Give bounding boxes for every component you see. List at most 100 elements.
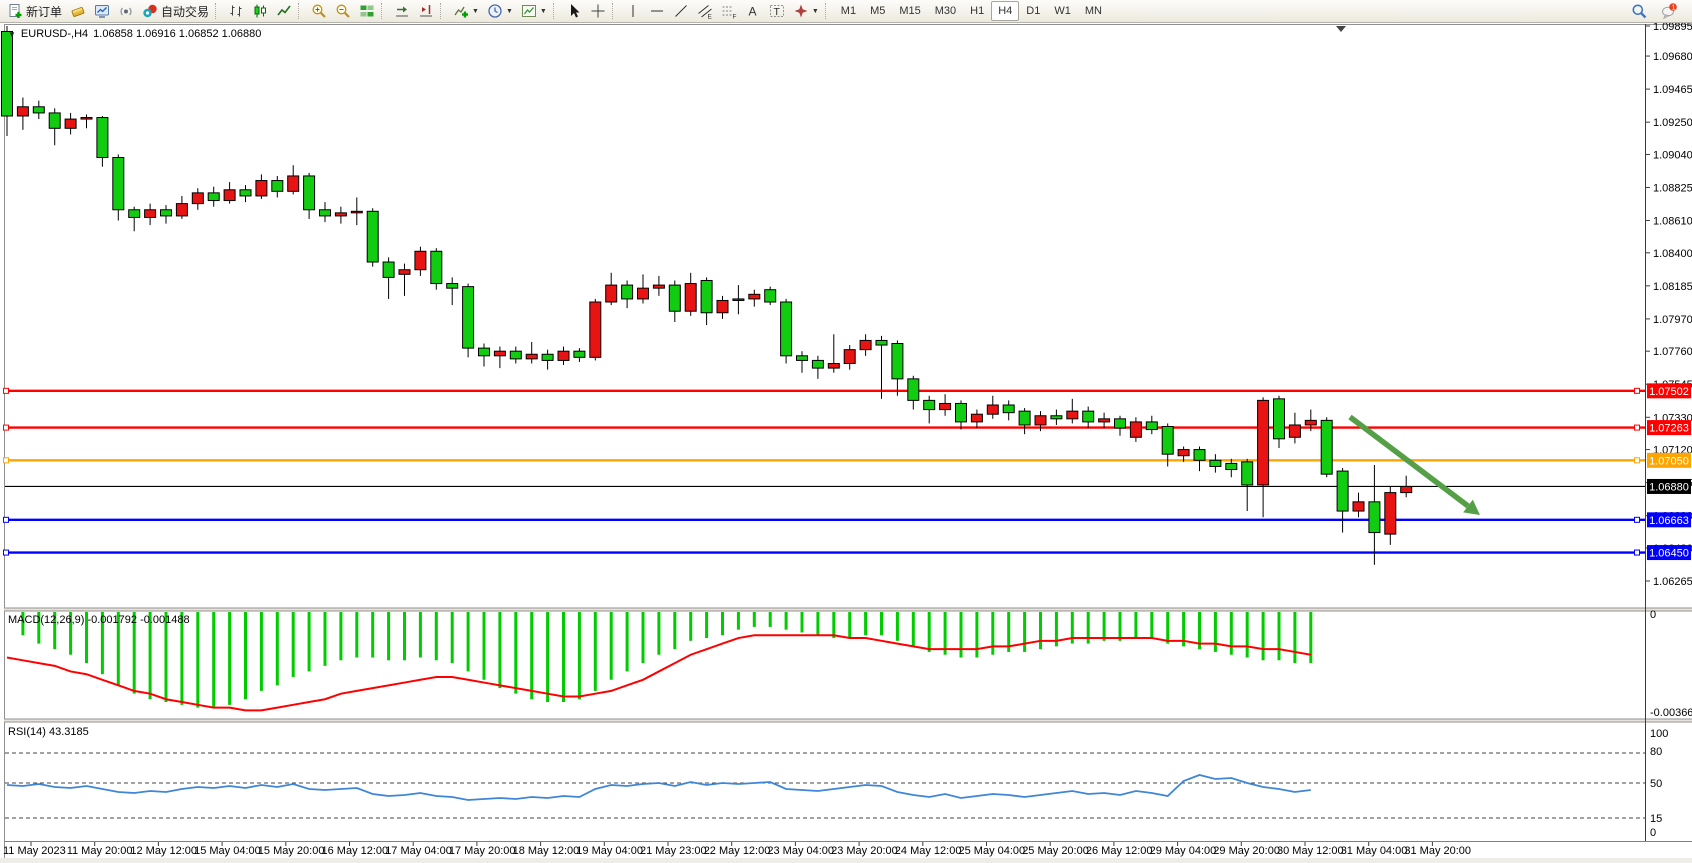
trendline-icon: [673, 3, 689, 19]
antenna-icon: [118, 3, 134, 19]
crosshair-button[interactable]: [586, 0, 610, 22]
template-icon: [521, 3, 537, 19]
toolbar-separator: [381, 3, 386, 19]
trendline-button[interactable]: [669, 0, 693, 22]
svg-text:24 May 12:00: 24 May 12:00: [895, 845, 962, 857]
text-a-icon: A: [745, 3, 761, 19]
tile-windows-button[interactable]: [355, 0, 379, 22]
zoom-out-icon: [335, 3, 351, 19]
svg-text:15 May 04:00: 15 May 04:00: [194, 845, 261, 857]
svg-text:1.09465: 1.09465: [1653, 84, 1692, 96]
pane-splitter-macd[interactable]: [4, 608, 1692, 611]
arrows-icon: [793, 3, 809, 19]
zoom-in-button[interactable]: [307, 0, 331, 22]
line-handle[interactable]: [1635, 517, 1640, 522]
svg-text:19 May 04:00: 19 May 04:00: [576, 845, 643, 857]
svg-text:23 May 04:00: 23 May 04:00: [767, 845, 834, 857]
fibonacci-button[interactable]: F: [717, 0, 741, 22]
zoom-out-button[interactable]: [331, 0, 355, 22]
svg-text:1.06880: 1.06880: [1649, 481, 1689, 493]
auto-scroll-button[interactable]: [390, 0, 414, 22]
svg-text:T: T: [773, 6, 780, 18]
line-handle[interactable]: [1635, 425, 1640, 430]
line-handle[interactable]: [4, 458, 9, 463]
arrows-button[interactable]: ▼: [789, 0, 823, 22]
svg-text:15 May 20:00: 15 May 20:00: [258, 845, 325, 857]
line-handle[interactable]: [4, 388, 9, 393]
line-chart-button[interactable]: [272, 0, 296, 22]
line-handle[interactable]: [1635, 458, 1640, 463]
clock-icon: [487, 3, 503, 19]
dropdown-caret-icon: ▼: [540, 8, 547, 15]
templates-button[interactable]: ▼: [517, 0, 551, 22]
cursor-icon: [566, 3, 582, 19]
toolbar-separator: [825, 3, 830, 19]
metaeditor-button[interactable]: [66, 0, 90, 22]
svg-text:16 May 12:00: 16 May 12:00: [322, 845, 389, 857]
svg-text:1.08610: 1.08610: [1653, 216, 1692, 228]
svg-text:11 May 20:00: 11 May 20:00: [67, 845, 133, 857]
svg-text:1.07970: 1.07970: [1653, 314, 1692, 326]
shift-icon: [418, 3, 434, 19]
bars-icon: [228, 3, 244, 19]
chart-shift-button[interactable]: [414, 0, 438, 22]
line-handle[interactable]: [4, 517, 9, 522]
timeframe-w1-button[interactable]: W1: [1047, 1, 1078, 21]
price-label: 1.07050: [1647, 453, 1691, 468]
text-label-icon: T: [769, 3, 785, 19]
horizontal-line-button[interactable]: [645, 0, 669, 22]
svg-text:1.07502: 1.07502: [1649, 386, 1689, 398]
autotrading-button[interactable]: 自动交易: [138, 0, 213, 22]
text-label-button[interactable]: T: [765, 0, 789, 22]
svg-text:31 May 04:00: 31 May 04:00: [1341, 845, 1408, 857]
linechart-icon: [276, 3, 292, 19]
timeframe-d1-button[interactable]: D1: [1019, 1, 1047, 21]
timeframe-mn-button[interactable]: MN: [1078, 1, 1109, 21]
svg-text:1.06663: 1.06663: [1649, 515, 1689, 527]
indicator-plus-icon: [453, 3, 469, 19]
text-button[interactable]: A: [741, 0, 765, 22]
chart-shift-marker[interactable]: [1336, 26, 1346, 32]
line-handle[interactable]: [1635, 388, 1640, 393]
data-window-button[interactable]: [90, 0, 114, 22]
svg-text:1.08825: 1.08825: [1653, 182, 1692, 194]
cursor-button[interactable]: [562, 0, 586, 22]
line-handle[interactable]: [4, 425, 9, 430]
equidistant-channel-button[interactable]: E: [693, 0, 717, 22]
notifications-button[interactable]: 1: [1657, 0, 1681, 22]
timeframe-h1-button[interactable]: H1: [963, 1, 991, 21]
vertical-line-button[interactable]: [621, 0, 645, 22]
toolbar-separator: [612, 3, 617, 19]
monitor-icon: [94, 3, 110, 19]
timeframe-m30-button[interactable]: M30: [928, 1, 963, 21]
line-handle[interactable]: [1635, 550, 1640, 555]
toolbar-separator: [440, 3, 445, 19]
support-resistance-lines[interactable]: [4, 388, 1646, 555]
timeframe-h4-button[interactable]: H4: [991, 1, 1019, 21]
pane-splitter-rsi[interactable]: [4, 719, 1692, 722]
new-order-button[interactable]: 新订单: [3, 0, 66, 22]
svg-text:0: 0: [1650, 827, 1656, 839]
periods-button[interactable]: ▼: [483, 0, 517, 22]
bar-chart-button[interactable]: [224, 0, 248, 22]
svg-text:1.09250: 1.09250: [1653, 117, 1692, 129]
symbol-dropdown-icon[interactable]: ▼: [8, 30, 16, 39]
search-button[interactable]: [1627, 0, 1651, 22]
svg-text:29 May 20:00: 29 May 20:00: [1213, 845, 1280, 857]
timeframe-m5-button[interactable]: M5: [863, 1, 892, 21]
candlestick-series: [2, 26, 1412, 565]
timeframe-m15-button[interactable]: M15: [892, 1, 927, 21]
line-handle[interactable]: [4, 550, 9, 555]
search-icon: [1631, 3, 1647, 19]
timeframe-m1-button[interactable]: M1: [834, 1, 863, 21]
price-label: 1.06880: [1647, 479, 1691, 494]
rsi-levels: [5, 753, 1645, 818]
candlestick-chart-button[interactable]: [248, 0, 272, 22]
doc-plus-icon: [7, 3, 23, 19]
signals-button[interactable]: [114, 0, 138, 22]
trend-arrow-annotation[interactable]: [1350, 417, 1480, 515]
indicators-button[interactable]: ▼: [449, 0, 483, 22]
price-label: 1.06450: [1647, 545, 1691, 560]
svg-text:25 May 20:00: 25 May 20:00: [1022, 845, 1089, 857]
svg-text:1.06450: 1.06450: [1649, 548, 1689, 560]
